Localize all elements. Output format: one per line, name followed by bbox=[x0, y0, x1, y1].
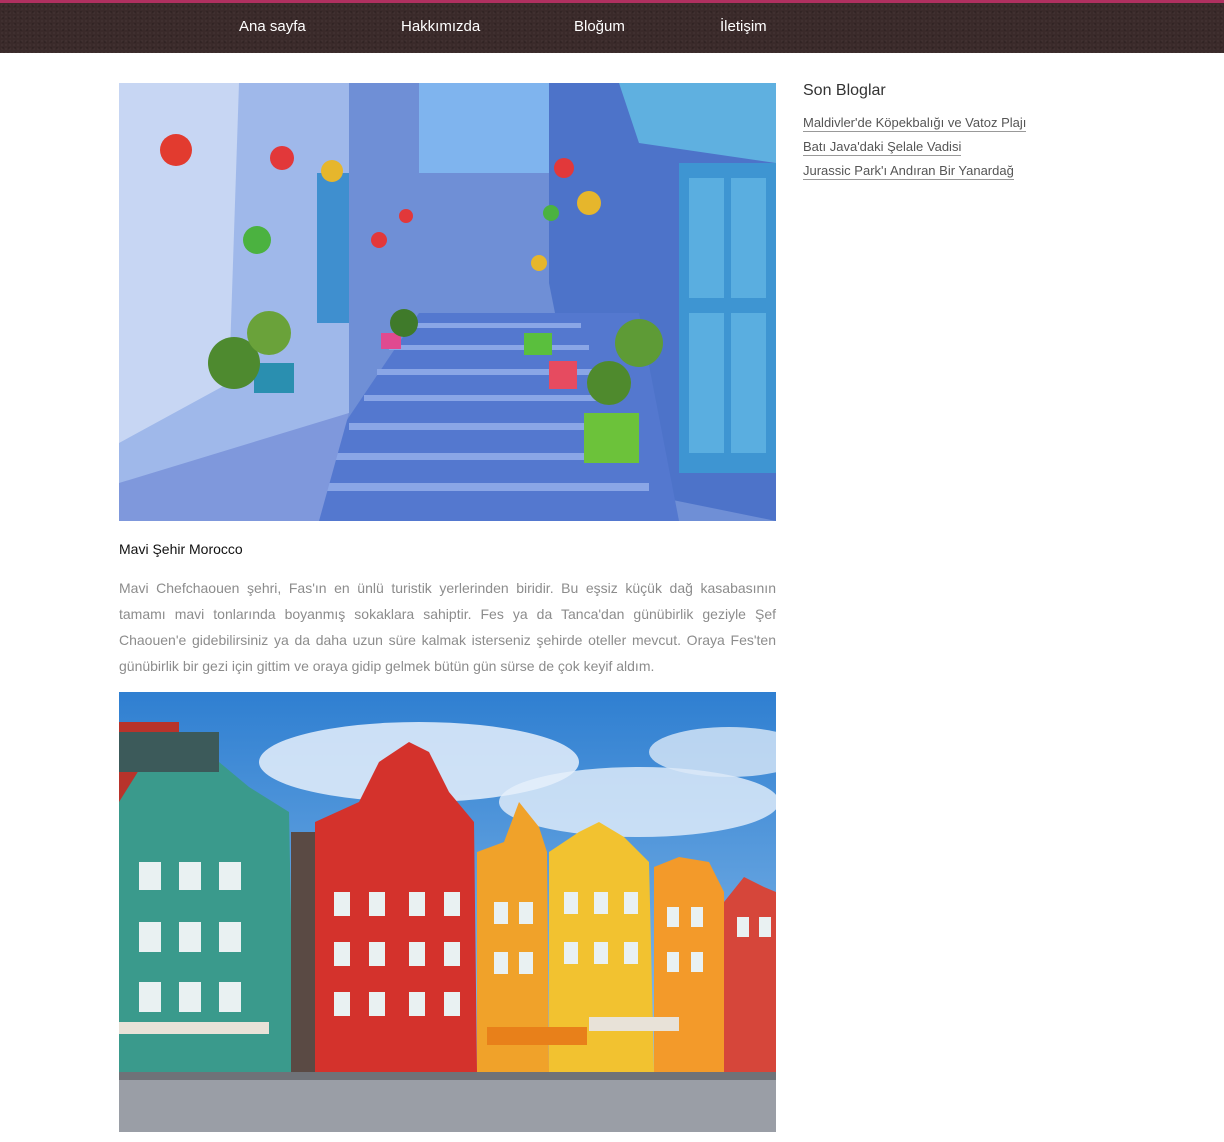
sidebar-link-java-valley[interactable]: Batı Java'daki Şelale Vadisi bbox=[803, 139, 962, 156]
sidebar-link-volcano[interactable]: Jurassic Park'ı Andıran Bir Yanardağ bbox=[803, 163, 1014, 180]
post-body: Mavi Chefchaouen şehri, Fas'ın en ünlü t… bbox=[119, 580, 776, 674]
colorful-houses-photo bbox=[119, 692, 776, 1132]
sidebar-title: Son Bloglar bbox=[803, 82, 886, 99]
nav-home-link[interactable]: Ana sayfa bbox=[239, 18, 306, 35]
post-title: Mavi Şehir Morocco bbox=[119, 541, 243, 557]
nav-blog-link[interactable]: Bloğum bbox=[574, 18, 625, 35]
nav-contact-link[interactable]: İletişim bbox=[720, 18, 767, 35]
nav-about-link[interactable]: Hakkımızda bbox=[401, 18, 480, 35]
sidebar-link-maldives[interactable]: Maldivler'de Köpekbalığı ve Vatoz Plajı bbox=[803, 115, 1027, 132]
top-navigation-bar: Ana sayfa Hakkımızda Bloğum İletişim bbox=[0, 0, 1224, 53]
blue-city-photo bbox=[119, 83, 776, 521]
